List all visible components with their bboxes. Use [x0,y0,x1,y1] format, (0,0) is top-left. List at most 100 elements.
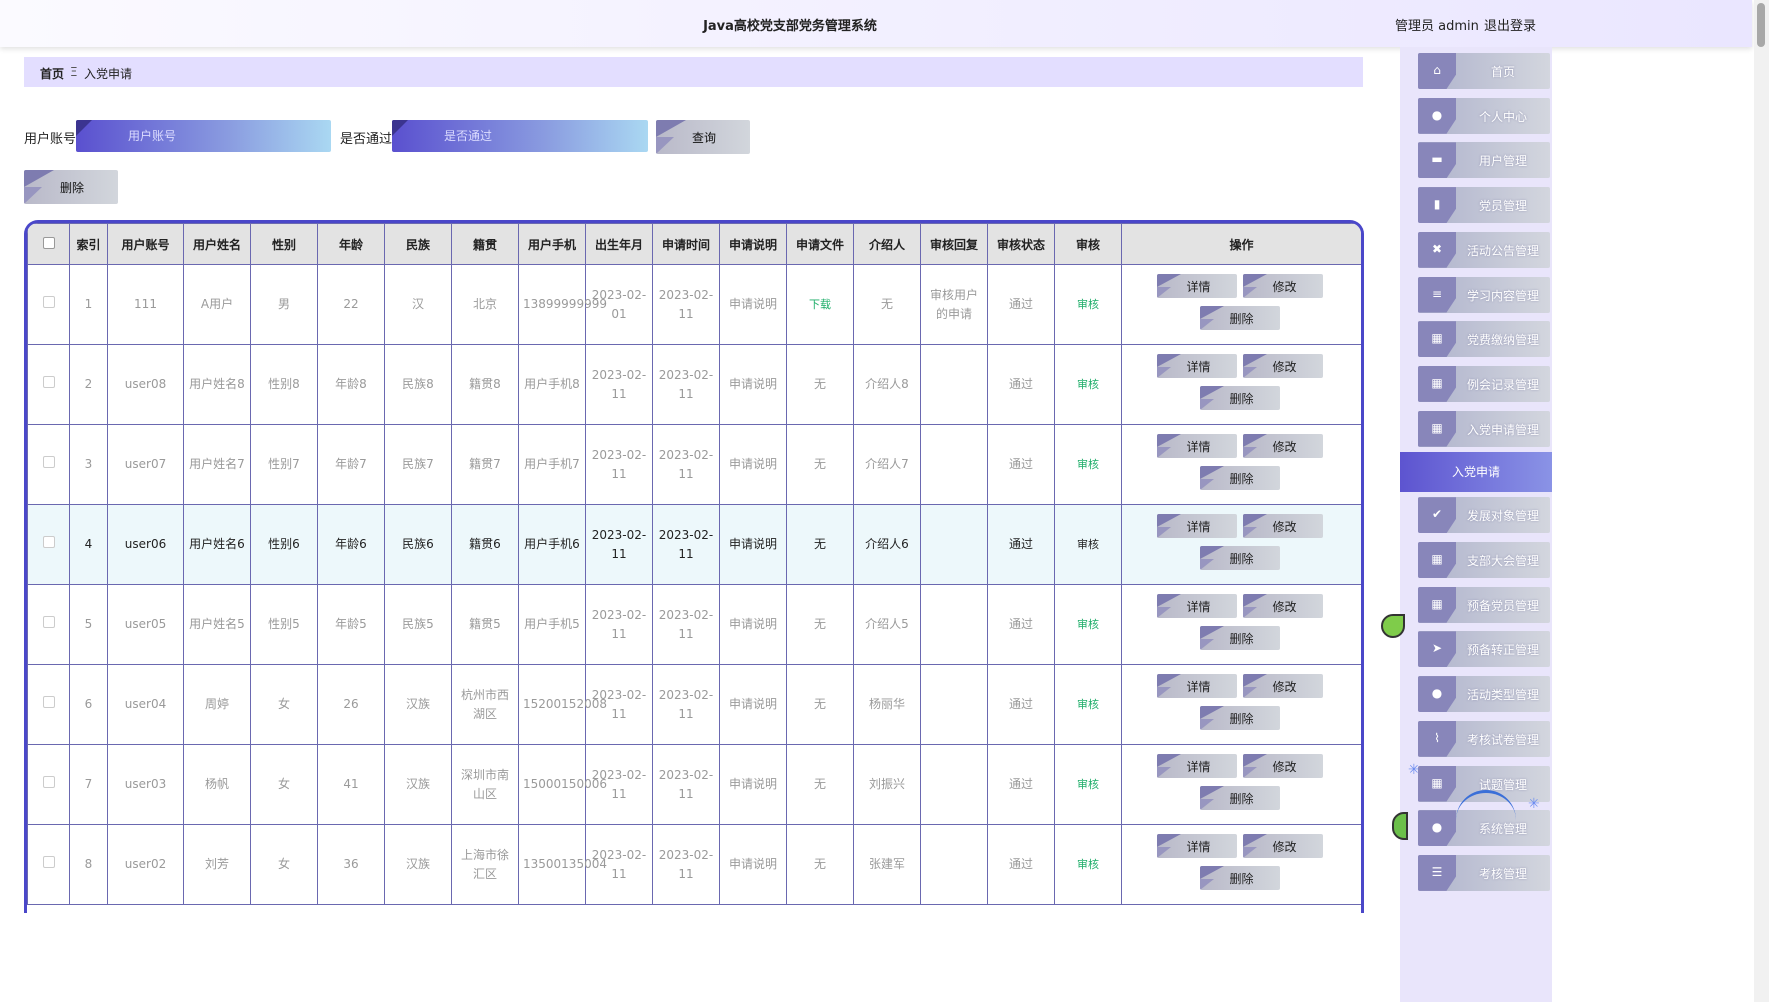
scrollbar-thumb[interactable] [1757,3,1765,47]
sidebar-item[interactable]: ⌇ 考核试卷管理 [1418,720,1550,757]
cell-phone: 用户手机8 [518,344,586,425]
detail-button[interactable]: 详情 [1156,353,1237,378]
sidebar-item[interactable]: ▦ 支部大会管理 [1418,542,1550,578]
cell-apply-time: 2023-02-11 [652,824,720,905]
row-select-cell [27,424,70,505]
detail-button[interactable]: 详情 [1156,753,1237,778]
sidebar-item[interactable]: ● 活动类型管理 [1418,676,1550,713]
passed-search-input[interactable] [392,120,648,152]
cell-native: 籍贯8 [451,344,519,425]
cell-audit[interactable]: 审核 [1054,824,1122,905]
cell-apply-time: 2023-02-11 [652,424,720,505]
logout-link[interactable]: 退出登录 [1484,15,1536,34]
row-checkbox[interactable] [42,696,55,708]
detail-button[interactable]: 详情 [1156,273,1237,298]
cell-audit[interactable]: 审核 [1054,584,1122,665]
detail-button[interactable]: 详情 [1156,673,1237,698]
detail-button[interactable]: 详情 [1156,833,1237,858]
cell-audit[interactable]: 审核 [1054,264,1122,345]
modify-button[interactable]: 修改 [1242,833,1323,858]
sidebar-item-label: 试题管理 [1478,777,1527,792]
delete-button[interactable]: 删除 [1199,305,1280,330]
cell-introducer: 杨丽华 [853,664,921,745]
sidebar-item[interactable]: ☰ 考核管理 [1418,854,1550,891]
delete-button[interactable]: 删除 [1199,785,1280,810]
sidebar-item[interactable]: ▦ 例会记录管理 [1418,365,1550,402]
cell-phone: 13500135004 [518,824,607,905]
sidebar-item[interactable]: ⌂ 首页 [1418,53,1550,89]
query-button[interactable]: 查询 [656,120,750,154]
detail-button-label: 详情 [1186,359,1211,374]
modify-button[interactable]: 修改 [1242,753,1323,778]
sidebar-item[interactable]: ✔ 发展对象管理 [1418,497,1550,534]
input-corner-decoration [76,120,92,136]
cell-file: 无 [786,584,854,665]
cell-desc: 申请说明 [719,584,787,665]
cell-actions: 详情 修改删除 [1121,424,1361,505]
cell-audit[interactable]: 审核 [1054,504,1122,585]
cell-ethnic: 汉族 [384,824,452,905]
page-scrollbar[interactable] [1754,0,1769,1002]
delete-button[interactable]: 删除 [1199,705,1280,730]
delete-button[interactable]: 删除 [1199,465,1280,490]
row-checkbox[interactable] [42,376,55,388]
table-row: 5 user05 用户姓名5 性别5 年龄5 民族5 籍贯5 用户手机5 2023-02-11 2… [27,584,1361,665]
cell-native: 杭州市西湖区 [451,664,519,745]
cell-age: 年龄6 [317,504,385,585]
row-checkbox[interactable] [42,536,55,548]
cell-file[interactable]: 下载 [786,264,854,345]
cell-actions: 详情 修改删除 [1121,344,1361,425]
cell-audit[interactable]: 审核 [1054,424,1122,505]
sidebar-item[interactable]: ● 个人中心 [1418,97,1550,134]
detail-button-label: 详情 [1186,679,1211,694]
sidebar: ⌂ 首页 ● 个人中心 ▬ 用户管理 ▮ 党员管理 ✖ 活动公告管理 ≡ 学习内容管理 ▦ 党费缴纳管理 ▦… [1400,47,1552,1002]
delete-button[interactable]: 删除 [1199,545,1280,570]
cell-audit[interactable]: 审核 [1054,744,1122,825]
modify-button[interactable]: 修改 [1242,353,1323,378]
row-checkbox[interactable] [42,296,55,308]
row-checkbox[interactable] [42,776,55,788]
cell-apply-time: 2023-02-11 [652,744,720,825]
delete-button[interactable]: 删除 [1199,865,1280,890]
breadcrumb-home[interactable]: 首页 [40,65,64,82]
detail-button[interactable]: 详情 [1156,593,1237,618]
cell-audit[interactable]: 审核 [1054,664,1122,745]
column-header: 审核 [1054,223,1122,265]
row-checkbox[interactable] [42,616,55,628]
modify-button[interactable]: 修改 [1242,513,1323,538]
modify-button[interactable]: 修改 [1242,273,1323,298]
column-header: 索引 [69,223,108,265]
sidebar-item[interactable]: ▮ 党员管理 [1418,187,1550,224]
clipboard-x-icon: ✖ [1431,241,1443,256]
sidebar-item[interactable]: ≡ 学习内容管理 [1418,276,1550,313]
cell-gender: 女 [250,744,318,825]
sidebar-item[interactable]: ▦ 入党申请管理 [1418,410,1550,447]
row-checkbox[interactable] [42,856,55,868]
cell-reply [920,344,988,425]
sidebar-item-active[interactable]: 入党申请 [1400,452,1552,493]
sidebar-item[interactable]: ▬ 用户管理 [1418,142,1550,179]
row-checkbox[interactable] [42,456,55,468]
batch-delete-button[interactable]: 删除 [24,170,118,204]
detail-button[interactable]: 详情 [1156,433,1237,458]
sidebar-item[interactable]: ▦ 党费缴纳管理 [1418,321,1550,358]
account-search-input[interactable] [76,120,331,152]
sidebar-item[interactable]: ✖ 活动公告管理 [1418,231,1550,268]
leaf-decoration [1392,812,1408,840]
cell-birth: 2023-02-11 [585,424,653,505]
modify-button[interactable]: 修改 [1242,593,1323,618]
modify-button[interactable]: 修改 [1242,673,1323,698]
table-header-row: 索引 用户账号 用户姓名 性别 年龄 民族 籍贯 用户手机 出生年月 申请时间 … [27,223,1361,265]
select-all-checkbox[interactable] [42,236,55,249]
cell-audit[interactable]: 审核 [1054,344,1122,425]
delete-button[interactable]: 删除 [1199,385,1280,410]
delete-button-label: 删除 [1229,711,1254,726]
delete-button[interactable]: 删除 [1199,625,1280,650]
sidebar-item-label: 个人中心 [1478,109,1527,124]
column-header: 性别 [250,223,318,265]
detail-button[interactable]: 详情 [1156,513,1237,538]
cell-apply-time: 2023-02-11 [652,664,720,745]
sidebar-item[interactable]: ➤ 预备转正管理 [1418,631,1550,668]
modify-button[interactable]: 修改 [1242,433,1323,458]
sidebar-item[interactable]: ▦ 预备党员管理 [1418,586,1550,623]
